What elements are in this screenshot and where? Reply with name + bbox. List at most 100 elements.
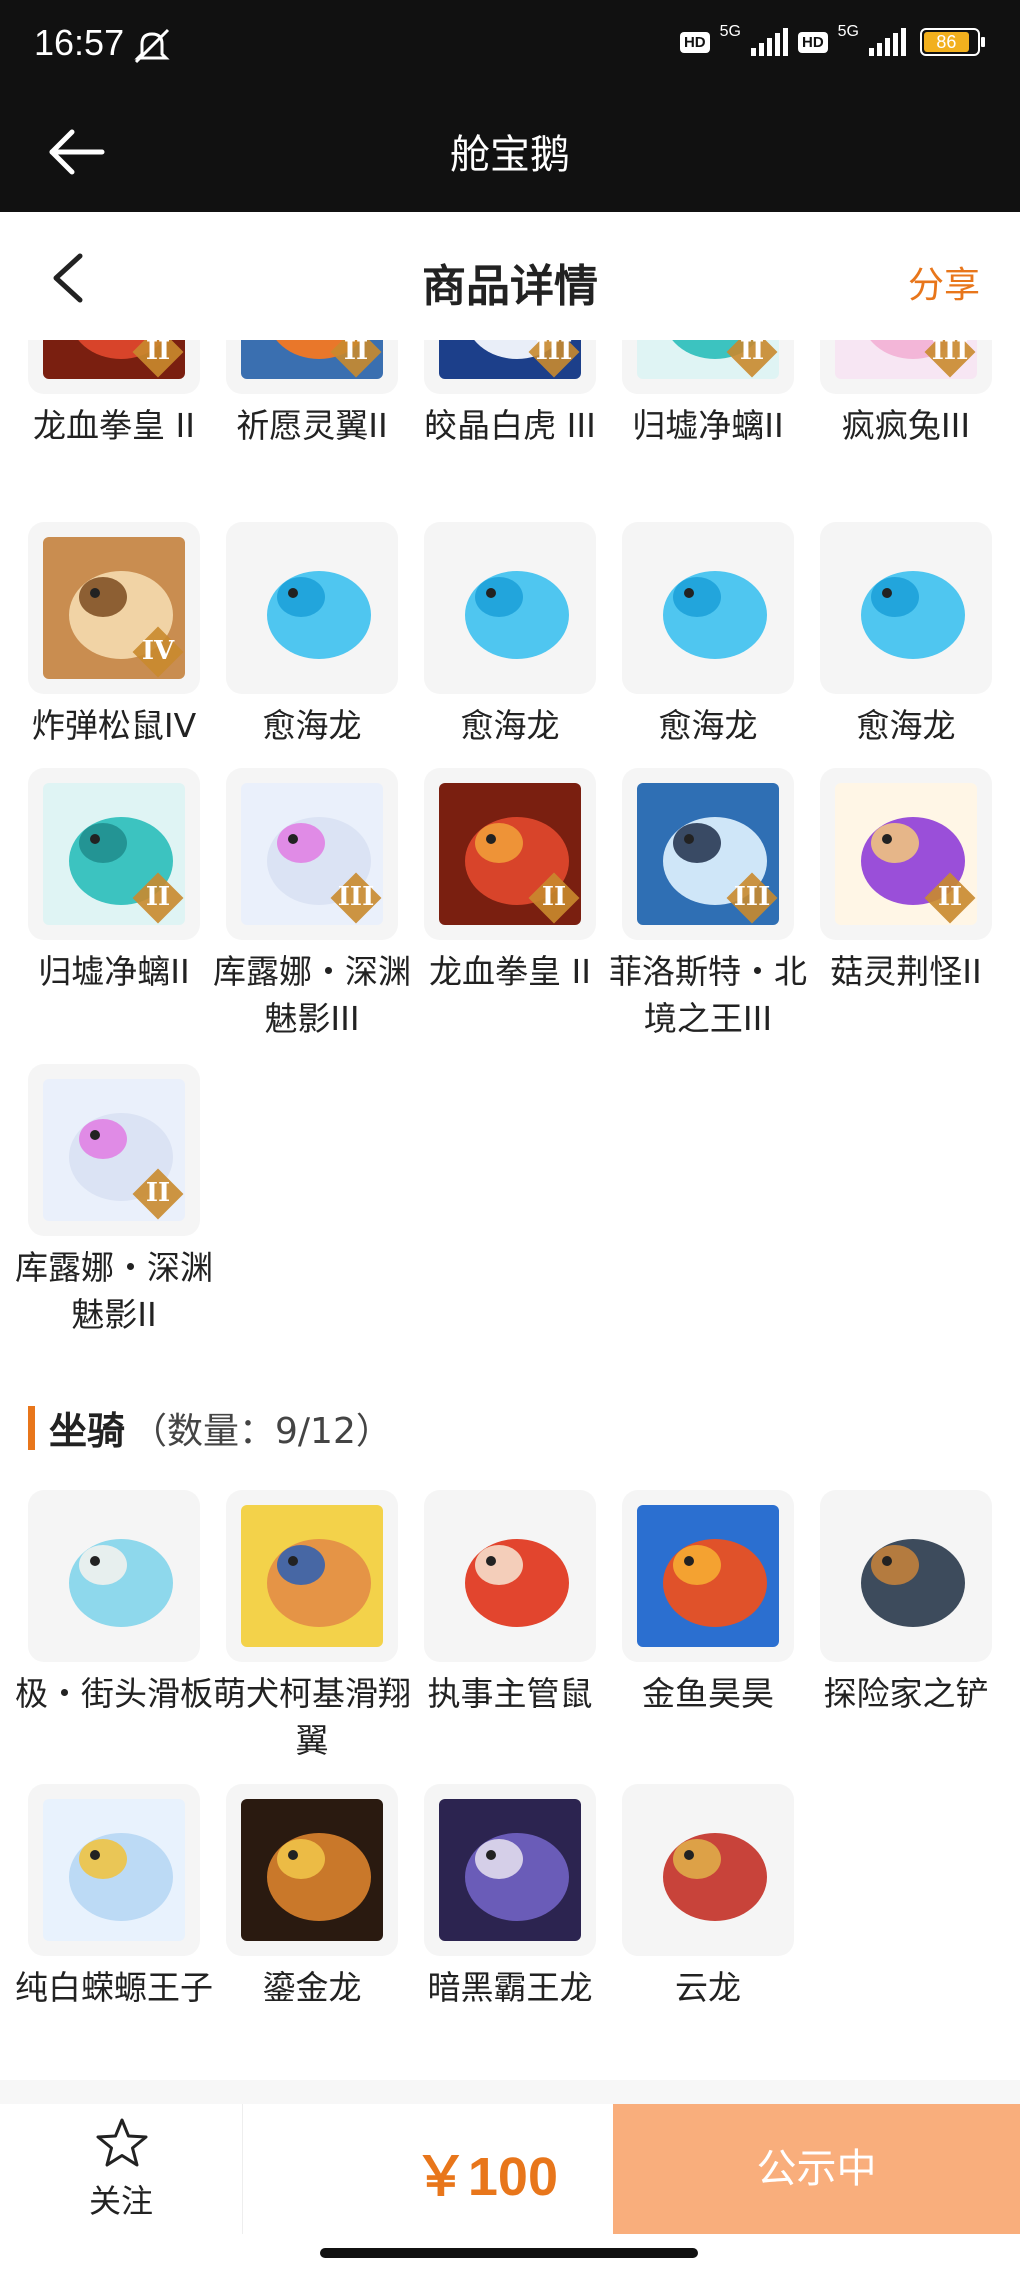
tier-badge: IV — [132, 626, 184, 678]
item-thumbnail — [226, 522, 398, 694]
tier-badge: II — [132, 340, 184, 378]
mount-item[interactable]: 纯白蝾螈王子 — [15, 1784, 213, 2011]
item-name: 金鱼昊昊 — [642, 1674, 774, 1713]
tier-badge: III — [924, 340, 976, 378]
app-title: 舱宝鹅 — [450, 132, 570, 178]
item-thumbnail: III — [622, 768, 794, 940]
item-name: 萌犬柯基滑翔翼 — [213, 1674, 411, 1760]
network-type: 5G — [837, 23, 859, 40]
item-thumbnail: III — [820, 340, 992, 394]
pet-item[interactable]: 愈海龙 — [424, 522, 596, 749]
ice-dragon-image — [637, 537, 779, 679]
dark-trex-image — [439, 1799, 581, 1941]
item-name: 祈愿灵翼II — [236, 406, 388, 445]
home-indicator-area — [0, 2234, 1020, 2274]
pet-item[interactable]: II 菇灵荆怪II — [820, 768, 992, 995]
tier-badge: II — [726, 340, 778, 378]
item-thumbnail — [820, 522, 992, 694]
price-area: ￥100 — [243, 2104, 613, 2234]
mount-item[interactable]: 金鱼昊昊 — [622, 1490, 794, 1717]
hd-badge: HD — [797, 31, 828, 53]
pet-item[interactable]: II 库露娜・深渊魅影II — [15, 1064, 213, 1338]
item-name: 炸弹松鼠IV — [31, 706, 197, 745]
tier-badge: II — [132, 872, 184, 924]
pet-item[interactable]: III 库露娜・深渊魅影III — [213, 768, 411, 1042]
item-thumbnail: IV — [28, 522, 200, 694]
item-name: 云龙 — [675, 1968, 741, 2007]
corgi-glider-image — [241, 1505, 383, 1647]
item-name: 龙血拳皇 II — [33, 406, 195, 445]
signal-icon — [750, 28, 788, 56]
item-thumbnail — [424, 522, 596, 694]
mount-item[interactable]: 暗黑霸王龙 — [424, 1784, 596, 2011]
item-thumbnail: II — [226, 340, 398, 394]
ice-dragon-image — [241, 537, 383, 679]
item-thumbnail — [820, 1490, 992, 1662]
public-notice-button[interactable]: 公示中 — [613, 2104, 1020, 2234]
status-bar: 16:57 HD 5G HD 5G 86 — [0, 0, 1020, 92]
item-thumbnail — [424, 1784, 596, 1956]
pet-item[interactable]: II 祈愿灵翼II — [226, 340, 398, 449]
pet-item[interactable]: II 龙血拳皇 II — [424, 768, 596, 995]
golden-dragon-image — [241, 1799, 383, 1941]
section-label: 坐骑 — [49, 1409, 126, 1453]
pet-item[interactable]: II 龙血拳皇 II — [28, 340, 200, 449]
mount-item[interactable]: 鎏金龙 — [226, 1784, 398, 2011]
tier-badge: III — [330, 872, 382, 924]
pet-item[interactable]: 愈海龙 — [226, 522, 398, 749]
axolotl-prince-image — [43, 1799, 185, 1941]
item-name: 鎏金龙 — [262, 1968, 362, 2007]
price-value: ￥100 — [413, 2147, 558, 2207]
section-accent-bar — [28, 1405, 35, 1450]
item-name: 愈海龙 — [262, 706, 362, 745]
ice-dragon-image — [439, 537, 581, 679]
item-thumbnail — [424, 1490, 596, 1662]
pet-item[interactable]: IV 炸弹松鼠IV — [28, 522, 200, 749]
item-thumbnail: III — [226, 768, 398, 940]
item-thumbnail: III — [424, 340, 596, 394]
share-button[interactable]: 分享 — [908, 256, 980, 308]
item-name: 疯疯兔III — [841, 406, 971, 445]
item-name: 库露娜・深渊魅影III — [213, 952, 411, 1038]
mount-item[interactable]: 探险家之铲 — [820, 1490, 992, 1717]
pet-item[interactable]: III 皎晶白虎 III — [424, 340, 596, 449]
item-thumbnail — [28, 1784, 200, 1956]
item-name: 菲洛斯特・北境之王III — [609, 952, 807, 1038]
bottom-bar: 关注 ￥100 公示中 — [0, 2104, 1020, 2234]
item-thumbnail — [226, 1784, 398, 1956]
bottom-divider — [0, 2080, 1020, 2104]
pet-item[interactable]: III 疯疯兔III — [820, 340, 992, 449]
status-time: 16:57 — [34, 22, 125, 63]
mount-item[interactable]: 云龙 — [622, 1784, 794, 2011]
item-thumbnail: II — [28, 768, 200, 940]
home-indicator[interactable] — [320, 2248, 698, 2258]
item-thumbnail: II — [622, 340, 794, 394]
pet-item[interactable]: II 归墟净螭II — [28, 768, 200, 995]
status-indicators: HD 5G HD 5G 86 — [679, 23, 985, 56]
mount-item[interactable]: 极・街头滑板 — [15, 1490, 213, 1717]
tier-badge: II — [132, 1168, 184, 1220]
item-name: 探险家之铲 — [823, 1674, 989, 1713]
battery-level: 86 — [924, 32, 969, 52]
item-list: II 龙血拳皇 II II 祈愿灵翼II III 皎晶白虎 III II 归墟净螭II III 疯… — [0, 340, 1020, 2080]
item-thumbnail: II — [28, 1064, 200, 1236]
follow-button[interactable]: 关注 — [0, 2104, 243, 2234]
item-name: 愈海龙 — [460, 706, 560, 745]
pet-item[interactable]: 愈海龙 — [820, 522, 992, 749]
item-name: 愈海龙 — [856, 706, 956, 745]
mount-item[interactable]: 执事主管鼠 — [424, 1490, 596, 1717]
item-thumbnail — [622, 1490, 794, 1662]
pet-item[interactable]: III 菲洛斯特・北境之王III — [609, 768, 807, 1042]
item-name: 愈海龙 — [658, 706, 758, 745]
mount-item[interactable]: 萌犬柯基滑翔翼 — [213, 1490, 411, 1764]
ice-dragon-image — [835, 537, 977, 679]
skateboard-image — [43, 1505, 185, 1647]
pet-item[interactable]: II 归墟净螭II — [622, 340, 794, 449]
item-thumbnail: II — [28, 340, 200, 394]
item-name: 极・街头滑板 — [15, 1674, 213, 1713]
pet-item[interactable]: 愈海龙 — [622, 522, 794, 749]
mute-bell-icon — [134, 28, 170, 64]
tier-badge: III — [528, 340, 580, 378]
tier-badge: II — [924, 872, 976, 924]
tier-badge: II — [528, 872, 580, 924]
